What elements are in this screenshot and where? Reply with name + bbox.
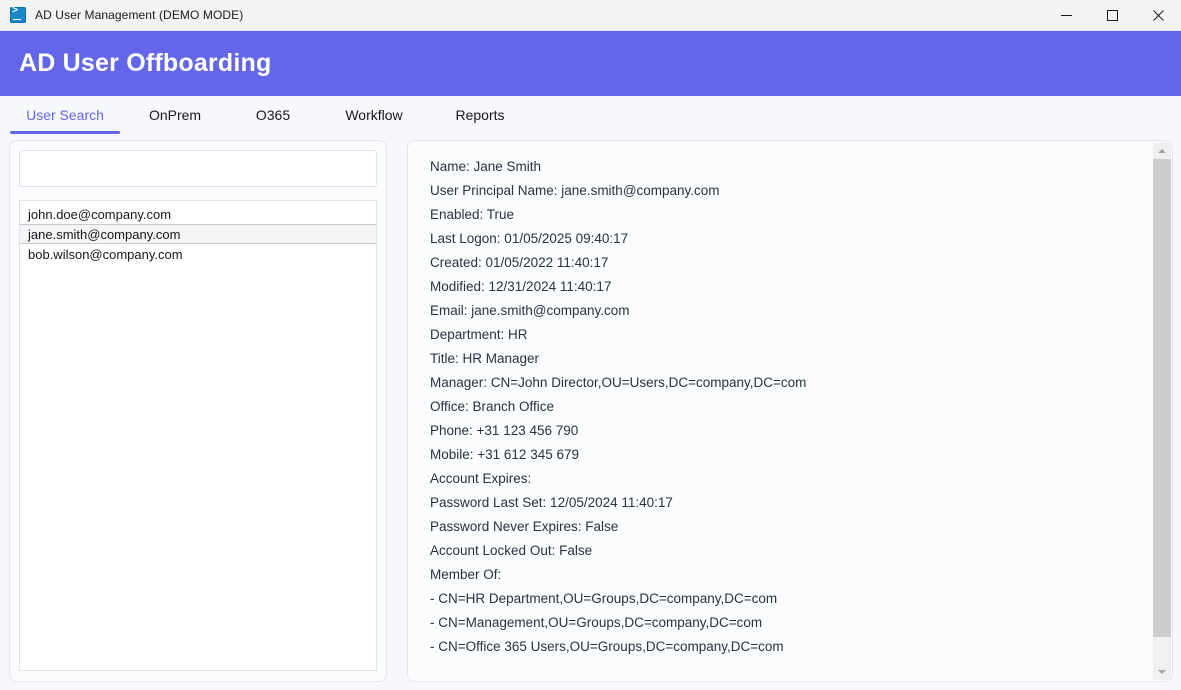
detail-line-password-last-set: Password Last Set: 12/05/2024 11:40:17 xyxy=(430,495,673,510)
detail-line-last-logon: Last Logon: 01/05/2025 09:40:17 xyxy=(430,231,629,246)
detail-line-department: Department: HR xyxy=(430,327,528,342)
search-input[interactable] xyxy=(19,150,377,187)
user-details-panel: Name: Jane Smith User Principal Name: ja… xyxy=(407,140,1173,682)
tab-workflow[interactable]: Workflow xyxy=(316,107,432,134)
page-title: AD User Offboarding xyxy=(19,49,272,77)
detail-line-manager: Manager: CN=John Director,OU=Users,DC=co… xyxy=(430,375,807,390)
detail-line-created: Created: 01/05/2022 11:40:17 xyxy=(430,255,609,270)
window-controls xyxy=(1043,0,1181,30)
tab-reports[interactable]: Reports xyxy=(432,107,528,134)
detail-line-group: - CN=Office 365 Users,OU=Groups,DC=compa… xyxy=(430,639,784,654)
detail-line-office: Office: Branch Office xyxy=(430,399,555,414)
detail-line-password-never-expires: Password Never Expires: False xyxy=(430,519,619,534)
detail-line-title: Title: HR Manager xyxy=(430,351,540,366)
chevron-down-icon xyxy=(1158,669,1166,674)
user-details-text: Name: Jane Smith User Principal Name: ja… xyxy=(408,141,1150,681)
user-search-panel: john.doe@company.com jane.smith@company.… xyxy=(9,140,387,682)
scroll-up-button[interactable] xyxy=(1153,142,1171,159)
scrollbar-thumb[interactable] xyxy=(1153,159,1171,637)
maximize-button[interactable] xyxy=(1089,0,1135,30)
app-header: AD User Offboarding xyxy=(0,31,1181,96)
user-results-list[interactable]: john.doe@company.com jane.smith@company.… xyxy=(19,200,377,671)
minimize-button[interactable] xyxy=(1043,0,1089,30)
detail-line-enabled: Enabled: True xyxy=(430,207,515,222)
detail-line-mobile: Mobile: +31 612 345 679 xyxy=(430,447,579,462)
window-title: AD User Management (DEMO MODE) xyxy=(35,8,244,22)
detail-line-phone: Phone: +31 123 456 790 xyxy=(430,423,579,438)
detail-line-modified: Modified: 12/31/2024 11:40:17 xyxy=(430,279,612,294)
detail-line-email: Email: jane.smith@company.com xyxy=(430,303,630,318)
close-button[interactable] xyxy=(1135,0,1181,30)
detail-line-name: Name: Jane Smith xyxy=(430,159,542,174)
tab-user-search[interactable]: User Search xyxy=(10,107,120,134)
chevron-up-icon xyxy=(1158,148,1166,153)
detail-line-upn: User Principal Name: jane.smith@company.… xyxy=(430,183,720,198)
tab-bar: User Search OnPrem O365 Workflow Reports xyxy=(0,96,1181,134)
list-item[interactable]: john.doe@company.com xyxy=(20,204,376,224)
main-content: john.doe@company.com jane.smith@company.… xyxy=(0,134,1181,690)
detail-line-group: - CN=HR Department,OU=Groups,DC=company,… xyxy=(430,591,778,606)
tab-o365[interactable]: O365 xyxy=(230,107,316,134)
list-item[interactable]: jane.smith@company.com xyxy=(20,224,376,244)
detail-line-account-locked-out: Account Locked Out: False xyxy=(430,543,593,558)
detail-line-group: - CN=Management,OU=Groups,DC=company,DC=… xyxy=(430,615,763,630)
details-scrollbar[interactable] xyxy=(1153,142,1171,680)
list-item[interactable]: bob.wilson@company.com xyxy=(20,244,376,264)
scroll-down-button[interactable] xyxy=(1153,663,1171,680)
tab-onprem[interactable]: OnPrem xyxy=(120,107,230,134)
detail-line-member-of: Member Of: xyxy=(430,567,502,582)
window-titlebar: AD User Management (DEMO MODE) xyxy=(0,0,1181,31)
powershell-icon xyxy=(10,6,26,23)
detail-line-account-expires: Account Expires: xyxy=(430,471,532,486)
